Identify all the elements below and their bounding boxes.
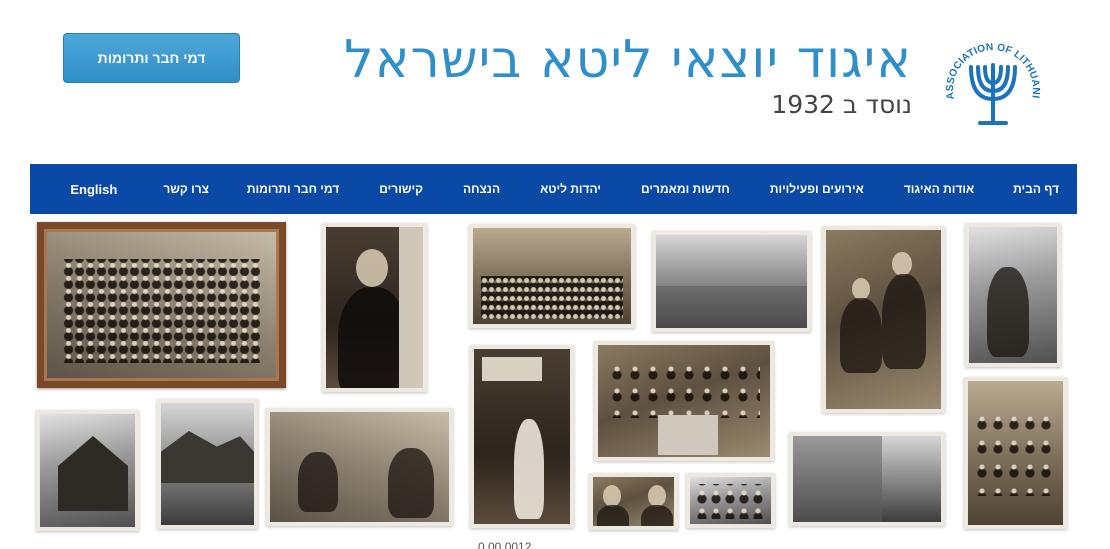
logo[interactable]: ASSOCIATION OF LITHUANIAN JEWS IN ISRAEL xyxy=(935,25,1046,133)
shop-girl-photo xyxy=(470,345,574,528)
town-street-photo xyxy=(652,231,811,332)
village-houses-photo xyxy=(157,399,258,529)
nav-item-donations[interactable]: דמי חבר ותרומות xyxy=(247,182,339,196)
nav-item-english[interactable]: English xyxy=(70,182,117,197)
nav-item-about[interactable]: אודות האיגוד xyxy=(904,182,974,196)
shop-street-photo xyxy=(789,432,945,526)
clergy-procession-photo xyxy=(965,223,1061,367)
man-portrait-photo xyxy=(322,223,427,392)
children-group-photo xyxy=(964,377,1067,529)
footer-date-fragment: 0.00.0012 xyxy=(478,540,532,549)
women-with-instruments-photo xyxy=(822,226,945,413)
seated-group-photo xyxy=(594,341,774,461)
nav-item-lithuanian-jewry[interactable]: יהדות ליטא xyxy=(540,182,601,196)
menorah-logo-icon: ASSOCIATION OF LITHUANIAN JEWS IN ISRAEL xyxy=(935,25,1041,125)
nav-item-contact[interactable]: צרו קשר xyxy=(163,182,209,196)
main-navbar: דף הבית אודות האיגוד אירועים ופעילויות ח… xyxy=(30,164,1077,214)
nav-item-commemoration[interactable]: הנצחה xyxy=(463,182,500,196)
donate-button[interactable]: דמי חבר ותרומות xyxy=(63,33,240,83)
workshop-photo xyxy=(266,408,453,526)
group-portrait-photo xyxy=(37,222,286,388)
rabbi-portraits-photo xyxy=(589,473,678,530)
nav-item-events[interactable]: אירועים ופעילויות xyxy=(770,182,864,196)
soldiers-photo xyxy=(686,473,775,528)
nav-item-home[interactable]: דף הבית xyxy=(1013,182,1059,196)
street-crowd-photo xyxy=(469,224,635,328)
nav-item-links[interactable]: קישורים xyxy=(379,182,423,196)
nav-item-news[interactable]: חדשות ומאמרים xyxy=(641,182,730,196)
wooden-house-photo xyxy=(36,410,139,531)
site-title: איגוד יוצאי ליטא בישראל xyxy=(344,30,912,90)
site-subtitle: נוסד ב 1932 xyxy=(771,90,912,119)
